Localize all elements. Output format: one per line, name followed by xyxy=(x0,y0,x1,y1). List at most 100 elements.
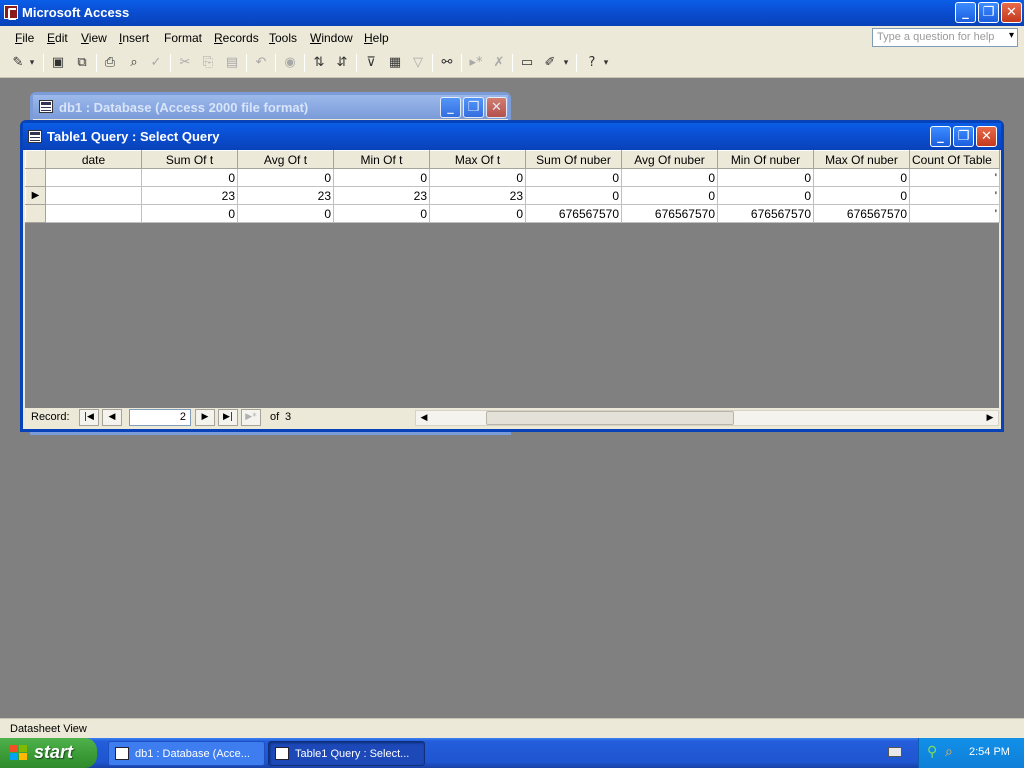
search-file-icon[interactable]: ⧉ xyxy=(72,53,92,73)
network-icon[interactable]: ⚲ xyxy=(927,744,937,760)
table-cell[interactable]: 23 xyxy=(429,186,526,205)
table-cell[interactable]: ' xyxy=(909,168,1000,187)
start-button[interactable]: start xyxy=(0,738,97,768)
menu-view[interactable]: View xyxy=(81,31,107,45)
table-cell[interactable]: 0 xyxy=(525,186,622,205)
table-cell[interactable] xyxy=(45,186,142,205)
query-minimize-button[interactable]: _ xyxy=(930,126,951,147)
table-cell[interactable]: 0 xyxy=(333,168,430,187)
table-cell[interactable]: 0 xyxy=(621,168,718,187)
table-cell[interactable]: 0 xyxy=(237,204,334,223)
table-cell[interactable]: 676567570 xyxy=(813,204,910,223)
paste-icon[interactable]: ▤ xyxy=(222,53,242,73)
column-header[interactable]: Max Of t xyxy=(429,150,526,169)
new-object-icon[interactable]: ✐ xyxy=(540,53,560,73)
undo-icon[interactable]: ↶ xyxy=(251,53,271,73)
menu-insert[interactable]: Insert xyxy=(119,31,149,45)
menu-window[interactable]: Window xyxy=(310,31,353,45)
menu-file[interactable]: File xyxy=(15,31,34,45)
taskbar-item-query[interactable]: Table1 Query : Select... xyxy=(268,741,425,766)
database-window-title-bar[interactable]: db1 : Database (Access 2000 file format)… xyxy=(33,95,508,119)
select-all-cell[interactable] xyxy=(25,150,46,169)
row-selector[interactable] xyxy=(25,204,46,223)
table-cell[interactable]: 676567570 xyxy=(717,204,814,223)
sort-descending-icon[interactable]: ⇵ xyxy=(332,53,352,73)
table-cell[interactable]: 0 xyxy=(717,186,814,205)
help-question-input[interactable]: Type a question for help xyxy=(872,28,1018,47)
row-selector[interactable] xyxy=(25,168,46,187)
query-close-button[interactable]: ✕ xyxy=(976,126,997,147)
query-window[interactable]: Table1 Query : Select Query _ ❐ ✕ date S… xyxy=(20,120,1004,432)
table-cell[interactable]: ' xyxy=(909,204,1000,223)
column-header[interactable]: Count Of Table xyxy=(909,150,1000,169)
copy-icon[interactable]: ⎘ xyxy=(198,53,218,73)
table-cell[interactable] xyxy=(45,204,142,223)
menu-records[interactable]: Records xyxy=(214,31,259,45)
column-header[interactable]: Min Of nuber xyxy=(717,150,814,169)
column-header[interactable]: Sum Of t xyxy=(141,150,238,169)
new-record-icon[interactable]: ▸* xyxy=(466,53,486,73)
app-close-button[interactable]: ✕ xyxy=(1001,2,1022,23)
table-cell[interactable]: 0 xyxy=(717,168,814,187)
column-header[interactable]: Avg Of t xyxy=(237,150,334,169)
next-record-button[interactable]: ▶ xyxy=(195,409,215,426)
column-header[interactable]: Sum Of nuber xyxy=(525,150,622,169)
scroll-left-icon[interactable]: ◀ xyxy=(416,411,432,425)
new-object-dropdown-icon[interactable]: ▾ xyxy=(560,53,572,73)
column-header[interactable]: Min Of t xyxy=(333,150,430,169)
table-cell[interactable]: 0 xyxy=(429,204,526,223)
table-cell[interactable]: 0 xyxy=(813,168,910,187)
app-minimize-button[interactable]: _ xyxy=(955,2,976,23)
table-cell[interactable]: 0 xyxy=(141,204,238,223)
filter-by-selection-icon[interactable]: ⊽ xyxy=(361,53,381,73)
print-icon[interactable]: ⎙ xyxy=(100,53,120,73)
first-record-button[interactable]: |◀ xyxy=(79,409,99,426)
table-cell[interactable]: 23 xyxy=(237,186,334,205)
new-record-button[interactable]: ▶* xyxy=(241,409,261,426)
column-header[interactable]: Max Of nuber xyxy=(813,150,910,169)
dropdown-arrow-icon[interactable]: ▾ xyxy=(26,53,38,73)
access-app-icon[interactable] xyxy=(4,5,18,20)
query-window-title-bar[interactable]: Table1 Query : Select Query _ ❐ ✕ xyxy=(23,123,1001,150)
current-record-indicator[interactable]: ▶ xyxy=(25,186,46,205)
menu-format[interactable]: Format xyxy=(164,31,202,45)
last-record-button[interactable]: ▶| xyxy=(218,409,238,426)
spelling-icon[interactable]: ✓ xyxy=(146,53,166,73)
table-cell[interactable]: 0 xyxy=(237,168,334,187)
table-cell[interactable]: 0 xyxy=(141,168,238,187)
query-maximize-button[interactable]: ❐ xyxy=(953,126,974,147)
table-cell[interactable]: 0 xyxy=(429,168,526,187)
db-close-button[interactable]: ✕ xyxy=(486,97,507,118)
table-cell[interactable]: 23 xyxy=(333,186,430,205)
cut-icon[interactable]: ✂ xyxy=(175,53,195,73)
print-preview-icon[interactable]: ⌕ xyxy=(124,53,144,73)
table-cell[interactable]: ' xyxy=(909,186,1000,205)
table-cell[interactable]: 676567570 xyxy=(525,204,622,223)
scrollbar-thumb[interactable] xyxy=(486,411,734,425)
help-icon[interactable]: ? xyxy=(582,53,602,73)
table-cell[interactable]: 0 xyxy=(813,186,910,205)
table-cell[interactable]: 0 xyxy=(525,168,622,187)
help-dropdown-icon[interactable]: ▾ xyxy=(600,53,612,73)
database-window-icon[interactable]: ▭ xyxy=(517,53,537,73)
sort-ascending-icon[interactable]: ⇅ xyxy=(309,53,329,73)
save-icon[interactable]: ▣ xyxy=(48,53,68,73)
menu-help[interactable]: Help xyxy=(364,31,389,45)
apply-filter-icon[interactable]: ▽ xyxy=(408,53,428,73)
table-cell[interactable]: 0 xyxy=(621,186,718,205)
menu-edit[interactable]: Edit xyxy=(47,31,68,45)
db-maximize-button[interactable]: ❐ xyxy=(463,97,484,118)
table-cell[interactable]: 0 xyxy=(333,204,430,223)
app-restore-button[interactable]: ❐ xyxy=(978,2,999,23)
view-icon[interactable]: ✎ xyxy=(8,53,28,73)
search-icon[interactable]: ⌕ xyxy=(945,744,953,760)
table-cell[interactable]: 23 xyxy=(141,186,238,205)
db-minimize-button[interactable]: _ xyxy=(440,97,461,118)
current-record-input[interactable]: 2 xyxy=(129,409,191,426)
keyboard-icon[interactable] xyxy=(888,747,902,757)
scroll-right-icon[interactable]: ▶ xyxy=(982,411,998,425)
horizontal-scrollbar[interactable]: ◀ ▶ xyxy=(415,410,999,426)
filter-by-form-icon[interactable]: ▦ xyxy=(385,53,405,73)
taskbar-item-database[interactable]: db1 : Database (Acce... xyxy=(108,741,265,766)
find-icon[interactable]: ⚯ xyxy=(437,53,457,73)
